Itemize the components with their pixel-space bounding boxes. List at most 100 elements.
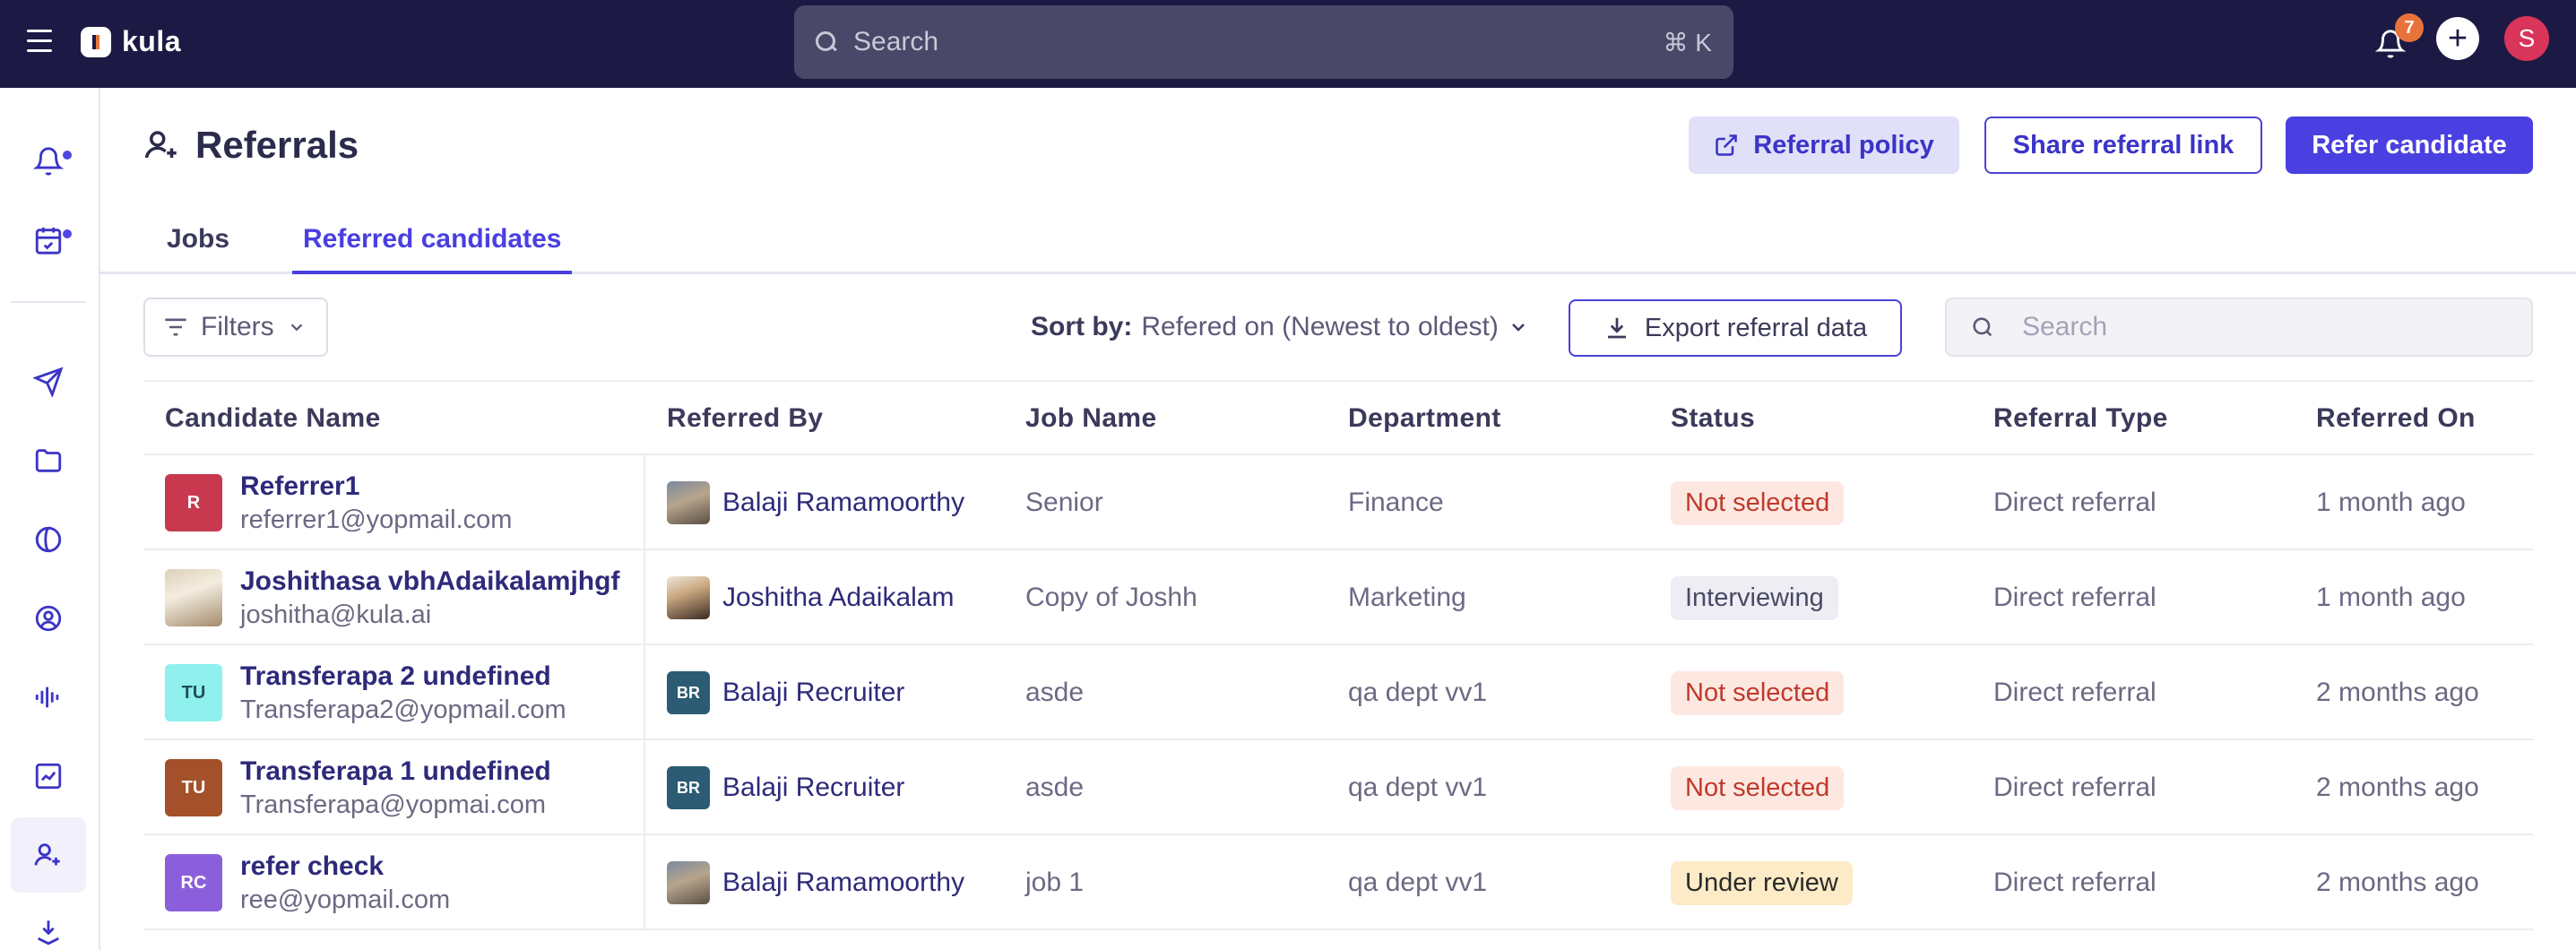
export-label: Export referral data <box>1644 313 1868 342</box>
referred-on: 1 month ago <box>2316 488 2466 517</box>
job-name: Senior <box>1025 488 1103 517</box>
department: Finance <box>1348 488 1444 517</box>
candidate-name[interactable]: Transferapa 1 undefined <box>240 756 551 787</box>
sidebar-item-send[interactable] <box>23 357 73 407</box>
users-icon <box>144 131 177 159</box>
table-row[interactable]: RC refer check ree@yopmail.com Balaji Ra… <box>143 835 2533 930</box>
sidebar-item-calendar[interactable] <box>23 215 73 265</box>
referral-type: Direct referral <box>1993 678 2157 707</box>
referrer-name: Balaji Recruiter <box>722 773 905 802</box>
brand-name: kula <box>122 25 182 57</box>
department: Marketing <box>1348 583 1466 612</box>
referrer-avatar <box>667 861 710 904</box>
column-header-referral-type[interactable]: Referral Type <box>1993 403 2168 434</box>
external-link-icon <box>1716 134 1738 156</box>
status-badge: Not selected <box>1671 480 1845 525</box>
column-header-job-name[interactable]: Job Name <box>1025 403 1157 434</box>
referral-type: Direct referral <box>1993 488 2157 517</box>
referrer-name: Balaji Recruiter <box>722 678 905 707</box>
column-header-status[interactable]: Status <box>1671 403 1755 434</box>
page-header: Referrals <box>143 124 359 167</box>
table-search-input[interactable]: Search <box>1945 298 2533 357</box>
bell-icon <box>33 147 64 176</box>
candidate-email: ree@yopmail.com <box>240 885 451 914</box>
job-name: job 1 <box>1025 868 1085 897</box>
page-title: Referrals <box>195 124 359 166</box>
candidate-avatar: RC <box>165 854 222 911</box>
candidate-name[interactable]: Referrer1 <box>240 471 512 502</box>
table-search-placeholder: Search <box>2022 312 2108 341</box>
department: qa dept vv1 <box>1348 868 1488 897</box>
referrer-avatar <box>667 576 710 619</box>
job-name: asde <box>1025 678 1085 707</box>
candidate-email: Transferapa@yopmai.com <box>240 790 547 819</box>
user-avatar[interactable]: S <box>2504 16 2549 61</box>
referrer-avatar <box>667 481 710 524</box>
referrer-name: Balaji Ramamoorthy <box>722 868 965 897</box>
referrals-table: Candidate Name Referred By Job Name Depa… <box>143 380 2533 930</box>
candidate-name[interactable]: Joshithasa vbhAdaikalamjhgf <box>240 566 619 597</box>
candidate-name[interactable]: refer check <box>240 851 450 882</box>
department: qa dept vv1 <box>1348 773 1488 802</box>
department: qa dept vv1 <box>1348 678 1488 707</box>
sidebar-item-folder[interactable] <box>23 436 73 486</box>
refer-candidate-button[interactable]: Refer candidate <box>2286 117 2533 174</box>
filter-lines-icon <box>165 318 186 336</box>
referred-on: 1 month ago <box>2316 583 2466 612</box>
status-badge: Not selected <box>1671 670 1845 715</box>
job-name: asde <box>1025 773 1085 802</box>
chevron-down-icon <box>1511 324 1525 332</box>
sidebar-item-notifications[interactable] <box>23 136 73 186</box>
status-badge: Interviewing <box>1671 575 1838 620</box>
sidebar-item-download[interactable] <box>23 907 73 950</box>
notification-badge: 7 <box>2395 13 2424 42</box>
column-header-department[interactable]: Department <box>1348 403 1501 434</box>
sort-value: Refered on (Newest to oldest) <box>1141 312 1499 341</box>
waveform-icon <box>35 687 59 708</box>
half-circle-icon <box>35 526 62 553</box>
sidebar-item-referrals[interactable] <box>11 817 86 893</box>
candidate-avatar: TU <box>165 664 222 721</box>
referral-type: Direct referral <box>1993 583 2157 612</box>
column-header-referred-on[interactable]: Referred On <box>2316 403 2476 434</box>
sidebar-item-audio[interactable] <box>23 672 73 722</box>
column-header-candidate[interactable]: Candidate Name <box>165 403 381 434</box>
sidebar-item-profile[interactable] <box>23 593 73 643</box>
referrer-name: Joshitha Adaikalam <box>722 583 955 612</box>
table-row[interactable]: R Referrer1 referrer1@yopmail.com Balaji… <box>143 455 2533 550</box>
candidate-email: joshitha@kula.ai <box>240 600 432 629</box>
referrer-avatar: BR <box>667 671 710 714</box>
status-badge: Under review <box>1671 860 1853 905</box>
table-row[interactable]: TU Transferapa 2 undefined Transferapa2@… <box>143 645 2533 740</box>
global-search-input[interactable]: Search ⌘ K <box>794 5 1733 79</box>
export-referral-data-button[interactable]: Export referral data <box>1569 299 1902 357</box>
candidate-name[interactable]: Transferapa 2 undefined <box>240 661 566 692</box>
candidate-avatar: R <box>165 474 222 531</box>
plus-icon: + <box>2447 20 2468 57</box>
logo[interactable]: kula <box>81 25 181 58</box>
referred-on: 2 months ago <box>2316 868 2479 897</box>
table-row[interactable]: TU Transferapa 1 undefined Transferapa@y… <box>143 740 2533 835</box>
notifications-button[interactable]: 7 <box>2375 13 2424 58</box>
top-bar: kula Search ⌘ K 7 + S <box>0 0 2576 88</box>
tab-referred-candidates[interactable]: Referred candidates <box>292 224 573 274</box>
search-shortcut: ⌘ K <box>1663 28 1712 56</box>
column-header-referred-by[interactable]: Referred By <box>667 403 823 434</box>
referral-policy-label: Referral policy <box>1753 130 1934 160</box>
sort-dropdown[interactable]: Sort by: Refered on (Newest to oldest) <box>1031 312 1529 342</box>
sidebar-item-reports[interactable] <box>23 514 73 565</box>
unread-dot <box>63 151 72 160</box>
tab-jobs[interactable]: Jobs <box>167 224 229 271</box>
share-referral-link-button[interactable]: Share referral link <box>1984 117 2262 174</box>
table-row[interactable]: Joshithasa vbhAdaikalamjhgf joshitha@kul… <box>143 550 2533 645</box>
download-tray-icon <box>38 920 59 946</box>
referral-policy-button[interactable]: Referral policy <box>1689 117 1959 174</box>
filters-button[interactable]: Filters <box>143 298 328 357</box>
add-button[interactable]: + <box>2436 17 2479 60</box>
sidebar-item-analytics[interactable] <box>23 751 73 801</box>
chart-image-icon <box>35 763 62 790</box>
menu-icon[interactable] <box>27 30 54 53</box>
job-name: Copy of Joshh <box>1025 583 1197 612</box>
send-icon <box>33 367 64 397</box>
referral-type: Direct referral <box>1993 773 2157 802</box>
